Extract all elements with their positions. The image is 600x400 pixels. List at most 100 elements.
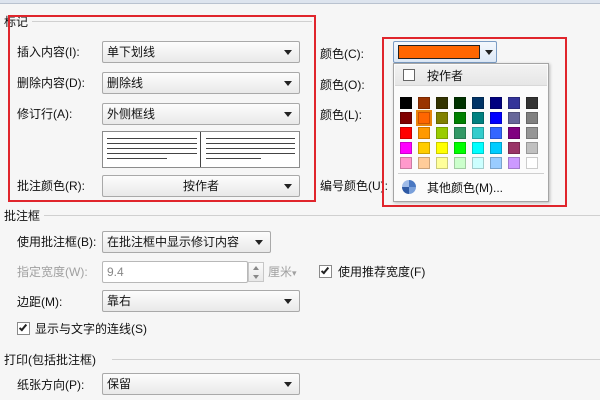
insert-select-value: 单下划线 <box>107 45 156 59</box>
color-swatch[interactable] <box>526 97 538 109</box>
spin-up-icon <box>253 266 259 270</box>
color-swatch[interactable] <box>508 127 520 139</box>
chevron-down-icon <box>255 240 263 245</box>
use-balloons-select-value: 在批注框中显示修订内容 <box>107 235 240 249</box>
width-spinner[interactable] <box>248 262 264 282</box>
preview-right-page <box>202 132 299 167</box>
delete-select[interactable]: 删除线 <box>102 72 300 94</box>
color-swatch[interactable] <box>454 112 466 124</box>
number-color-label: 编号颜色(U): <box>320 179 388 193</box>
popup-divider <box>398 173 544 174</box>
auto-color-swatch <box>403 69 415 81</box>
color-swatch[interactable] <box>400 127 412 139</box>
width-input-value: 9.4 <box>107 265 124 279</box>
color-swatch[interactable] <box>436 127 448 139</box>
color-swatch[interactable] <box>454 127 466 139</box>
orientation-select-value: 保留 <box>107 377 132 391</box>
insert-select[interactable]: 单下划线 <box>102 41 300 63</box>
orientation-label: 纸张方向(P): <box>17 378 85 392</box>
color-swatch[interactable] <box>472 157 484 169</box>
recommended-width-checkbox[interactable] <box>319 265 332 278</box>
color-swatch[interactable] <box>508 142 520 154</box>
color-swatch[interactable] <box>454 142 466 154</box>
color-swatch[interactable] <box>418 127 430 139</box>
delete-color-label: 颜色(O): <box>320 78 365 92</box>
color-swatch[interactable] <box>454 97 466 109</box>
color-swatch[interactable] <box>418 157 430 169</box>
preview-left-page <box>103 132 201 167</box>
color-swatch[interactable] <box>400 157 412 169</box>
use-balloons-label: 使用批注框(B): <box>17 235 97 249</box>
recommended-width-label: 使用推荐宽度(F) <box>338 265 426 279</box>
spin-down-icon <box>253 275 259 279</box>
width-label: 指定宽度(W): <box>17 265 88 279</box>
color-swatch[interactable] <box>472 142 484 154</box>
margin-select[interactable]: 靠右 <box>102 290 300 312</box>
revised-lines-select-value: 外侧框线 <box>107 107 156 121</box>
comment-color-select-value: 按作者 <box>182 179 219 193</box>
color-swatch[interactable] <box>472 97 484 109</box>
color-swatch[interactable] <box>490 97 502 109</box>
use-balloons-select[interactable]: 在批注框中显示修订内容 <box>102 231 271 253</box>
color-swatch[interactable] <box>416 110 432 126</box>
width-input[interactable]: 9.4 <box>102 261 248 283</box>
margin-label: 边距(M): <box>17 295 63 309</box>
section-title-balloons: 批注框 <box>4 209 41 223</box>
chevron-down-icon <box>284 112 292 117</box>
comment-color-select[interactable]: 按作者 <box>102 175 300 197</box>
comment-color-label: 批注颜色(R): <box>17 179 85 193</box>
show-lines-label: 显示与文字的连线(S) <box>35 322 147 336</box>
color-swatch[interactable] <box>472 127 484 139</box>
color-swatch[interactable] <box>400 112 412 124</box>
color-swatch[interactable] <box>418 142 430 154</box>
color-swatch[interactable] <box>490 112 502 124</box>
color-picker-popup: 按作者 其他颜色(M)... <box>393 63 549 202</box>
color-swatch[interactable] <box>508 97 520 109</box>
chevron-down-icon <box>284 184 292 189</box>
revised-lines-label: 修订行(A): <box>17 107 73 121</box>
chevron-down-icon: ▾ <box>292 268 297 278</box>
color-swatch[interactable] <box>526 157 538 169</box>
color-swatch[interactable] <box>436 142 448 154</box>
delete-label: 删除内容(D): <box>17 76 85 90</box>
color-swatch[interactable] <box>490 157 502 169</box>
width-unit-value: 厘米 <box>268 265 293 279</box>
revised-lines-select[interactable]: 外侧框线 <box>102 103 300 125</box>
markup-preview <box>102 131 300 168</box>
color-swatch[interactable] <box>526 112 538 124</box>
color-wheel-icon <box>402 180 416 194</box>
color-swatch[interactable] <box>436 112 448 124</box>
more-colors-label: 其他颜色(M)... <box>427 181 503 195</box>
chevron-down-icon <box>284 50 292 55</box>
check-icon <box>18 322 28 332</box>
by-author-label: 按作者 <box>427 69 464 83</box>
insert-color-label: 颜色(C): <box>320 47 364 61</box>
chevron-down-icon <box>284 382 292 387</box>
color-swatch[interactable] <box>490 142 502 154</box>
color-swatch[interactable] <box>436 97 448 109</box>
color-swatch[interactable] <box>436 157 448 169</box>
top-border <box>0 3 600 4</box>
margin-select-value: 靠右 <box>107 294 132 308</box>
show-lines-checkbox[interactable] <box>17 322 30 335</box>
section-title-printing: 打印(包括批注框) <box>4 353 96 367</box>
color-swatch[interactable] <box>454 157 466 169</box>
delete-select-value: 删除线 <box>107 76 144 90</box>
color-swatch[interactable] <box>418 97 430 109</box>
color-swatch[interactable] <box>400 142 412 154</box>
color-swatch[interactable] <box>472 112 484 124</box>
color-swatch[interactable] <box>400 97 412 109</box>
revised-color-label: 颜色(L): <box>320 108 363 122</box>
width-unit-select[interactable]: 厘米▾ <box>268 264 297 281</box>
color-swatch[interactable] <box>508 112 520 124</box>
chevron-down-icon <box>284 81 292 86</box>
by-author-option[interactable]: 按作者 <box>395 65 547 86</box>
orientation-select[interactable]: 保留 <box>102 373 300 395</box>
color-swatch[interactable] <box>490 127 502 139</box>
section-separator <box>44 215 600 216</box>
color-swatch[interactable] <box>526 127 538 139</box>
color-swatch[interactable] <box>526 142 538 154</box>
section-separator <box>112 359 600 360</box>
more-colors-option[interactable]: 其他颜色(M)... <box>395 177 547 199</box>
color-swatch[interactable] <box>508 157 520 169</box>
